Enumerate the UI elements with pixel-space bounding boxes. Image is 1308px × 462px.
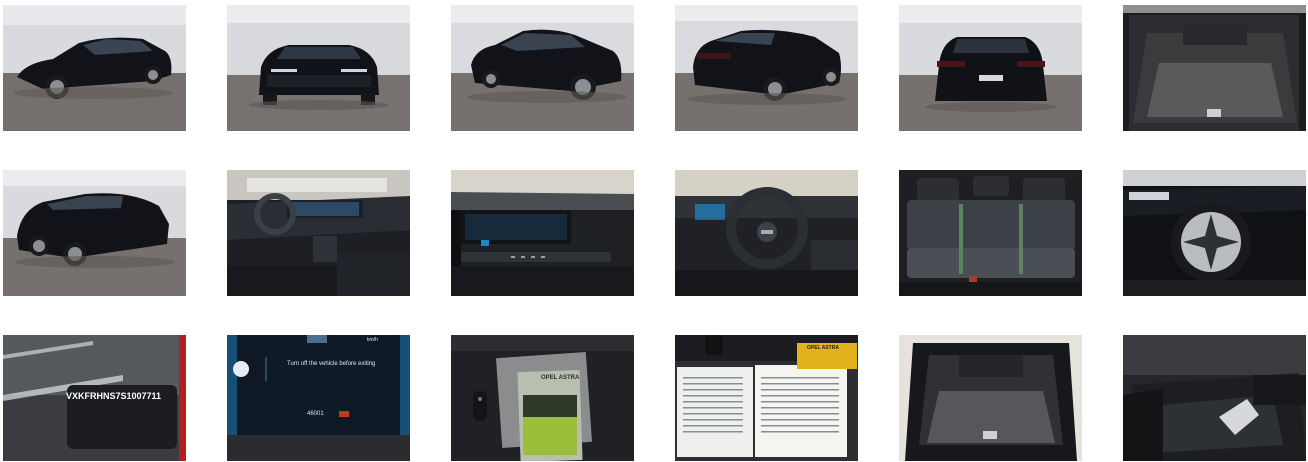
cluster-message: Turn off the vehicle before exiting [287, 361, 376, 367]
photo-thumbnail-front-wheel[interactable] [1123, 170, 1306, 296]
car-interior-image [899, 335, 1082, 461]
car-interior-image [675, 170, 858, 296]
keys-and-manuals-image [451, 335, 634, 461]
photo-thumbnail-dashboard-wide[interactable] [227, 170, 410, 296]
car-exterior-image [3, 5, 186, 131]
service-booklet-image [675, 335, 858, 461]
car-interior-image [1123, 5, 1306, 131]
photo-thumbnail-boot-open[interactable] [899, 335, 1082, 461]
car-exterior-image [451, 5, 634, 131]
photo-thumbnail-exterior-rear[interactable] [899, 5, 1082, 131]
photo-thumbnail-exterior-front-right[interactable] [451, 5, 634, 131]
photo-thumbnail-exterior-rear-left[interactable] [675, 5, 858, 131]
car-interior-image [1123, 335, 1306, 461]
vin-text: VXKFRHNS7S1007711 [66, 391, 162, 401]
photo-thumbnail-keys-manuals[interactable]: OPEL ASTRA [451, 335, 634, 461]
car-interior-image [451, 170, 634, 296]
car-exterior-image [3, 170, 186, 296]
photo-thumbnail-boot-interior[interactable] [1123, 5, 1306, 131]
booklet-label: OPEL ASTRA [807, 345, 839, 351]
car-interior-image [227, 170, 410, 296]
manual-label: OPEL ASTRA [541, 375, 580, 381]
photo-gallery: VXKFRHNS7S1007711 Turn off the vehicle b… [0, 0, 1308, 462]
photo-thumbnail-exterior-rear-side[interactable] [3, 170, 186, 296]
photo-thumbnail-boot-underfloor[interactable] [1123, 335, 1306, 461]
car-exterior-image [1123, 170, 1306, 296]
instrument-cluster-image [227, 335, 410, 461]
car-interior-image [899, 170, 1082, 296]
photo-thumbnail-vin-plate[interactable]: VXKFRHNS7S1007711 [3, 335, 186, 461]
photo-thumbnail-exterior-front-left[interactable] [3, 5, 186, 131]
photo-thumbnail-instrument-cluster[interactable]: Turn off the vehicle before exiting 4600… [227, 335, 410, 461]
car-exterior-image [675, 5, 858, 131]
car-exterior-image [899, 5, 1082, 131]
car-exterior-image [227, 5, 410, 131]
speed-unit: km/h [367, 337, 378, 343]
odometer-value: 46001 [307, 411, 324, 417]
photo-thumbnail-rear-seats[interactable] [899, 170, 1082, 296]
photo-thumbnail-exterior-front[interactable] [227, 5, 410, 131]
photo-thumbnail-service-booklet[interactable]: OPEL ASTRA [675, 335, 858, 461]
photo-thumbnail-dashboard-screen[interactable] [451, 170, 634, 296]
photo-thumbnail-steering-wheel[interactable] [675, 170, 858, 296]
